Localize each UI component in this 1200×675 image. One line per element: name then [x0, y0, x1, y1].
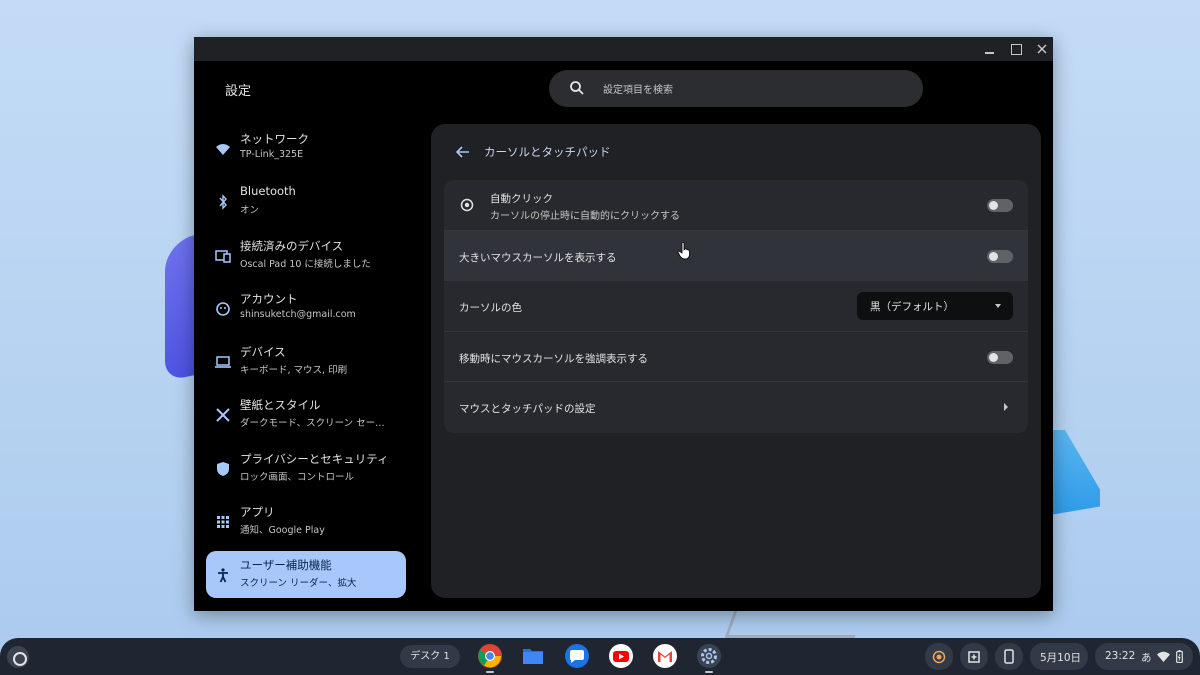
- date-button[interactable]: 5月10日: [1030, 643, 1088, 670]
- account-icon: [216, 302, 230, 316]
- palette-icon: [216, 408, 230, 423]
- sidebar-item-label: ネットワーク: [240, 132, 309, 146]
- app-title: 設定: [225, 84, 252, 99]
- screen-record-button[interactable]: [925, 643, 953, 670]
- sidebar-item-sublabel: オン: [240, 205, 260, 217]
- wifi-icon: [1157, 651, 1170, 662]
- mouse-touchpad-settings-row[interactable]: マウスとタッチパッドの設定: [444, 382, 1028, 433]
- maximize-icon[interactable]: [1006, 39, 1026, 59]
- status-area[interactable]: 23:22 あ: [1095, 643, 1193, 670]
- cursor-color-row: カーソルの色 黒（デフォルト）: [444, 281, 1028, 332]
- clipboard-icon: [968, 651, 980, 663]
- cursor-color-label: カーソルの色: [459, 302, 522, 314]
- chevron-down-icon: [995, 304, 1001, 308]
- search-input[interactable]: 設定項目を検索: [549, 70, 923, 107]
- sidebar-item-label: ユーザー補助機能: [240, 558, 332, 573]
- wallpaper-shape: [1050, 430, 1100, 515]
- settings-content: カーソルとタッチパッド 自動クリック カーソルの停止時に自動的にクリックする 大…: [431, 124, 1041, 598]
- settings-icon[interactable]: [696, 643, 722, 669]
- accessibility-icon: [218, 568, 228, 583]
- gmail-icon[interactable]: [652, 643, 678, 669]
- large-cursor-toggle[interactable]: [987, 249, 1013, 263]
- running-indicator: [705, 671, 713, 673]
- date-text: 5月10日: [1040, 652, 1082, 664]
- window-titlebar[interactable]: [194, 37, 1053, 61]
- sidebar-item-sublabel: ロック画面、コントロール: [240, 471, 355, 483]
- sidebar-item-device[interactable]: デバイス キーボード, マウス, 印刷: [206, 338, 406, 385]
- sidebar-item-label: デバイス: [240, 345, 286, 360]
- chrome-icon[interactable]: [477, 643, 503, 669]
- back-arrow-icon[interactable]: [455, 144, 471, 160]
- apps-grid-icon: [217, 516, 229, 529]
- sidebar-item-accessibility[interactable]: ユーザー補助機能 スクリーン リーダー、拡大: [206, 551, 406, 599]
- running-indicator: [486, 671, 494, 673]
- mouse-touchpad-settings-label: マウスとタッチパッドの設定: [459, 403, 596, 415]
- search-placeholder: 設定項目を検索: [603, 85, 673, 96]
- ime-indicator: あ: [1141, 652, 1152, 664]
- phone-hub-button[interactable]: [995, 643, 1023, 670]
- search-icon: [570, 81, 584, 95]
- time-text: 23:22: [1105, 650, 1136, 662]
- sidebar-item-sublabel: スクリーン リーダー、拡大: [240, 578, 357, 590]
- autoclick-label: 自動クリック: [490, 193, 553, 205]
- clipboard-button[interactable]: [960, 643, 988, 670]
- sidebar-item-sublabel: 通知、Google Play: [240, 525, 325, 537]
- autoclick-description: カーソルの停止時に自動的にクリックする: [490, 211, 680, 222]
- sidebar-item-connected-devices[interactable]: 接続済みのデバイス Oscal Pad 10 に接続しました: [206, 232, 406, 279]
- minimize-icon[interactable]: [980, 39, 1000, 59]
- sidebar: ネットワーク TP-Link_325E Bluetooth オン 接続済みのデバ…: [206, 125, 406, 605]
- connected-devices-icon: [215, 249, 231, 263]
- shield-icon: [217, 461, 229, 476]
- battery-icon: [1176, 650, 1183, 663]
- wifi-icon: [216, 144, 230, 155]
- sidebar-item-network[interactable]: ネットワーク TP-Link_325E: [206, 125, 406, 172]
- sidebar-item-apps[interactable]: アプリ 通知、Google Play: [206, 498, 406, 545]
- sidebar-item-label: 壁紙とスタイル: [240, 398, 321, 413]
- sidebar-item-label: アプリ: [240, 505, 275, 520]
- cursor-color-value: 黒（デフォルト）: [870, 301, 954, 313]
- autoclick-icon: [460, 198, 474, 212]
- messages-icon[interactable]: [564, 643, 590, 669]
- large-cursor-row[interactable]: 大きいマウスカーソルを表示する: [444, 230, 1028, 281]
- chevron-right-icon: [1004, 403, 1008, 411]
- sidebar-item-account[interactable]: アカウント shinsuketch@gmail.com: [206, 285, 406, 332]
- close-icon[interactable]: [1032, 39, 1052, 59]
- sidebar-item-label: プライバシーとセキュリティ: [240, 451, 389, 466]
- sidebar-item-label: アカウント: [240, 291, 298, 306]
- highlight-cursor-row[interactable]: 移動時にマウスカーソルを強調表示する: [444, 332, 1028, 382]
- page-title: カーソルとタッチパッド: [484, 145, 611, 159]
- autoclick-toggle[interactable]: [987, 199, 1013, 212]
- settings-window: 設定 設定項目を検索 ネットワーク TP-Link_325E Bluetooth…: [194, 37, 1053, 611]
- sidebar-item-sublabel: Oscal Pad 10 に接続しました: [240, 258, 371, 270]
- record-icon: [932, 650, 946, 664]
- cursor-color-select[interactable]: 黒（デフォルト）: [857, 292, 1013, 320]
- sidebar-item-sublabel: TP-Link_325E: [240, 149, 304, 160]
- youtube-icon[interactable]: [608, 643, 634, 669]
- large-cursor-label: 大きいマウスカーソルを表示する: [459, 251, 617, 264]
- sidebar-item-label: Bluetooth: [240, 184, 296, 199]
- desk-button[interactable]: デスク 1: [400, 645, 460, 668]
- sidebar-item-sublabel: キーボード, マウス, 印刷: [240, 365, 348, 377]
- sidebar-item-sublabel: ダークモード、スクリーン セー…: [240, 418, 385, 430]
- files-icon[interactable]: [520, 643, 546, 669]
- wallpaper-shape: [724, 608, 866, 638]
- bluetooth-icon: [219, 194, 227, 210]
- autoclick-row[interactable]: 自動クリック カーソルの停止時に自動的にクリックする: [444, 180, 1028, 231]
- shelf: デスク 1 5月10日 23:22 あ: [0, 638, 1200, 675]
- sidebar-item-label: 接続済みのデバイス: [240, 238, 344, 253]
- launcher-button[interactable]: [7, 646, 29, 668]
- sidebar-item-privacy[interactable]: プライバシーとセキュリティ ロック画面、コントロール: [206, 445, 406, 492]
- sidebar-item-sublabel: shinsuketch@gmail.com: [240, 308, 356, 320]
- sidebar-item-bluetooth[interactable]: Bluetooth オン: [206, 178, 406, 225]
- hand-cursor-icon: [677, 242, 690, 260]
- phone-icon: [1004, 649, 1014, 664]
- highlight-cursor-toggle[interactable]: [987, 350, 1013, 364]
- sidebar-item-wallpaper[interactable]: 壁紙とスタイル ダークモード、スクリーン セー…: [206, 391, 406, 438]
- laptop-icon: [215, 356, 231, 368]
- highlight-cursor-label: 移動時にマウスカーソルを強調表示する: [459, 352, 648, 365]
- settings-list: 自動クリック カーソルの停止時に自動的にクリックする 大きいマウスカーソルを表示…: [444, 180, 1028, 433]
